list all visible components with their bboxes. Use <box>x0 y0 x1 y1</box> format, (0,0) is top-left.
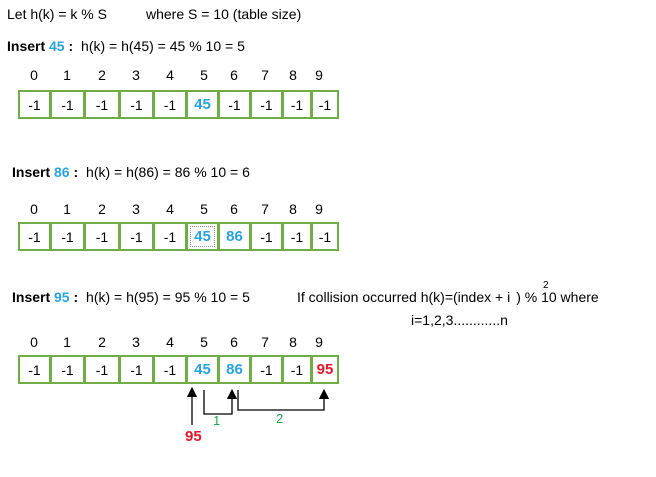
probe-key-label: 95 <box>185 428 202 445</box>
probe-2-arrow <box>237 388 330 411</box>
probe-2-label: 2 <box>276 411 284 426</box>
probe-1-arrow <box>203 388 238 415</box>
probe-1-label: 1 <box>213 413 221 428</box>
probe-arrows <box>186 386 330 425</box>
